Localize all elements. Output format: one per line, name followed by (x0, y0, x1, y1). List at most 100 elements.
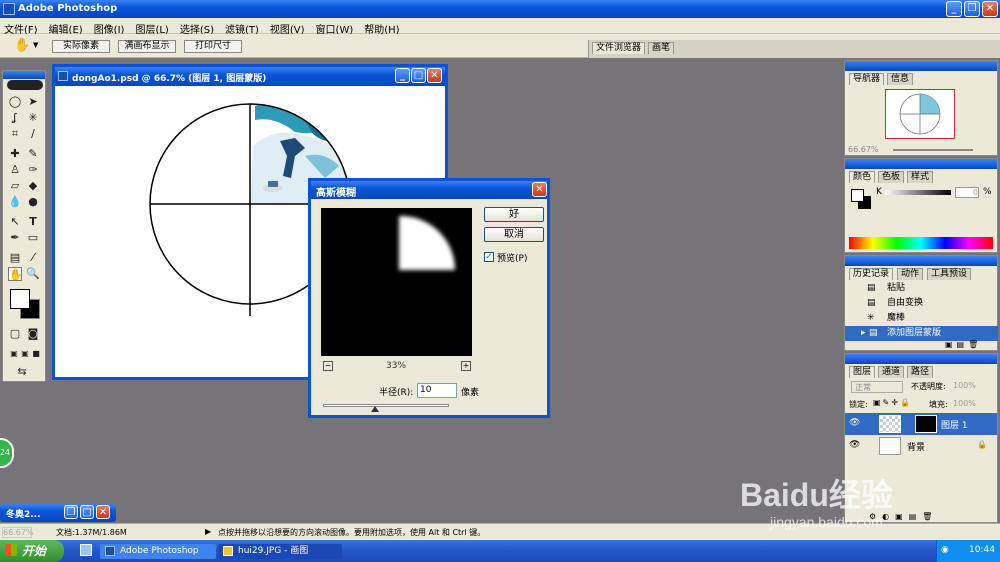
status-zoom[interactable]: 66.67% (2, 527, 34, 538)
navigator-panel: 导航器 信息 66.67% (844, 60, 998, 156)
start-button[interactable]: 开始 (0, 540, 64, 562)
minimize-button[interactable]: _ (946, 1, 962, 17)
preview-checkbox[interactable]: ✓ (484, 252, 494, 262)
layer-row[interactable]: 👁 背景 🔒 (845, 435, 997, 457)
taskbar-photoshop[interactable]: Adobe Photoshop (100, 544, 216, 559)
foreground-color-swatch[interactable] (10, 289, 30, 309)
opacity-input[interactable]: 100% (953, 381, 983, 393)
marquee-tool-icon[interactable]: ◯ (8, 95, 22, 109)
standard-mode-icon[interactable]: ▢ (8, 327, 22, 341)
cancel-button[interactable]: 取消 (484, 227, 544, 242)
tab-history[interactable]: 历史记录 (849, 268, 894, 280)
eye-icon[interactable]: 👁 (849, 440, 860, 450)
dialog-title-bar: 高斯模糊 ✕ (311, 181, 547, 199)
ok-button[interactable]: 好 (484, 207, 544, 222)
notes-tool-icon[interactable]: ▤ (8, 251, 22, 265)
crop-tool-icon[interactable]: ⌗ (8, 127, 22, 141)
history-footer-icons[interactable]: ▣▤🗑 (945, 340, 982, 349)
blend-mode-select[interactable]: 正常 (851, 381, 903, 393)
navigator-thumbnail[interactable] (885, 89, 955, 139)
chevron-down-icon[interactable]: ▼ (33, 41, 38, 49)
tab-actions[interactable]: 动作 (897, 268, 924, 280)
history-item-selected[interactable]: ▸ ▤ 添加图层蒙版 (845, 326, 998, 341)
maximize-doc-button[interactable]: □ (80, 505, 94, 519)
tab-paths[interactable]: 路径 (907, 366, 934, 378)
tab-layers[interactable]: 图层 (849, 366, 876, 378)
tab-info[interactable]: 信息 (887, 73, 914, 85)
restore-button[interactable]: ❐ (964, 1, 980, 17)
slice-tool-icon[interactable]: ∕ (26, 127, 40, 141)
eye-icon[interactable]: 👁 (849, 418, 860, 428)
quick-launch-icon[interactable] (80, 544, 92, 556)
zoom-in-button[interactable]: + (461, 361, 471, 371)
clone-stamp-tool-icon[interactable]: ♙ (8, 163, 22, 177)
tab-color[interactable]: 颜色 (849, 171, 876, 183)
color-channel-slider[interactable] (885, 190, 951, 195)
tab-swatches[interactable]: 色板 (878, 171, 905, 183)
actual-pixels-button[interactable]: 实际像素 (52, 40, 110, 53)
tab-navigator[interactable]: 导航器 (849, 73, 885, 85)
taskbar-photoshop-label: Adobe Photoshop (120, 546, 199, 556)
fill-input[interactable]: 100% (953, 399, 976, 408)
path-selection-tool-icon[interactable]: ↖ (8, 215, 22, 229)
floating-badge[interactable]: 24 (0, 438, 14, 468)
minimized-document[interactable]: 冬奥2... ❐ □ ✕ (0, 504, 116, 522)
history-item[interactable]: ✳ 魔棒 (845, 311, 998, 326)
radius-input[interactable]: 10 (417, 383, 457, 398)
zoom-percent: 33% (386, 361, 407, 371)
blur-tool-icon[interactable]: 💧 (8, 195, 22, 209)
tray-icon[interactable]: ◉ (941, 545, 949, 555)
eraser-tool-icon[interactable]: ▱ (8, 179, 22, 193)
document-maximize-button[interactable]: □ (411, 68, 426, 83)
lock-icons[interactable]: ▣✎✛🔒 (873, 398, 912, 407)
layer-row-selected[interactable]: 👁 图层 1 (845, 413, 997, 435)
jump-to-imageready-icon[interactable]: ⇆ (15, 365, 29, 379)
tab-channels[interactable]: 通道 (878, 366, 905, 378)
tab-brushes[interactable]: 画笔 (648, 42, 675, 54)
tab-file-browser[interactable]: 文件浏览器 (592, 42, 646, 54)
preview-area[interactable] (321, 208, 472, 356)
start-label: 开始 (22, 544, 47, 558)
history-item[interactable]: ▤ 自由变换 (845, 296, 998, 311)
color-channel-value[interactable]: 0 (955, 187, 979, 198)
restore-doc-button[interactable]: ❐ (64, 505, 78, 519)
dialog-close-button[interactable]: ✕ (532, 182, 547, 197)
radius-slider-track[interactable] (323, 404, 449, 407)
close-doc-button[interactable]: ✕ (96, 505, 110, 519)
shape-tool-icon[interactable]: ▭ (26, 231, 40, 245)
radius-slider-thumb[interactable] (371, 406, 379, 412)
pen-tool-icon[interactable]: ✒ (8, 231, 22, 245)
navigator-zoom-slider[interactable] (893, 149, 973, 151)
tab-styles[interactable]: 样式 (907, 171, 934, 183)
taskbar-paint[interactable]: hui29.JPG - 画图 (218, 544, 342, 559)
move-tool-icon[interactable]: ➤ (26, 95, 40, 109)
hand-tool-icon[interactable]: ✋ (8, 267, 23, 281)
zoom-out-button[interactable]: − (323, 361, 333, 371)
healing-brush-tool-icon[interactable]: ✚ (8, 147, 22, 161)
history-brush-tool-icon[interactable]: ✑ (26, 163, 40, 177)
color-foreground-swatch[interactable] (851, 189, 864, 202)
screen-mode-full-icon[interactable]: ■ (29, 347, 43, 361)
paint-bucket-tool-icon[interactable]: ◆ (26, 179, 40, 193)
zoom-tool-icon[interactable]: 🔍 (26, 267, 40, 281)
tab-tool-presets[interactable]: 工具预设 (927, 268, 972, 280)
magic-wand-tool-icon[interactable]: ✳ (26, 111, 40, 125)
navigator-zoom[interactable]: 66.67% (848, 145, 879, 154)
document-minimize-button[interactable]: _ (395, 68, 410, 83)
fit-screen-button[interactable]: 满画布显示 (118, 40, 176, 53)
close-button[interactable]: ✕ (982, 1, 998, 17)
quick-mask-mode-icon[interactable]: ◙ (26, 327, 40, 341)
brush-tool-icon[interactable]: ✎ (26, 147, 40, 161)
status-doc-size[interactable]: 文档:1.37M/1.86M (56, 527, 127, 538)
eyedropper-tool-icon[interactable]: ⁄ (26, 251, 40, 265)
print-size-button[interactable]: 打印尺寸 (184, 40, 242, 53)
lasso-tool-icon[interactable]: ʆ (8, 111, 22, 125)
dodge-tool-icon[interactable]: ● (26, 195, 40, 209)
type-tool-icon[interactable]: T (26, 215, 40, 229)
document-close-button[interactable]: ✕ (427, 68, 442, 83)
hand-tool-icon[interactable]: ✋ (14, 38, 30, 53)
color-spectrum-bar[interactable] (849, 237, 993, 249)
history-item[interactable]: ▤ 粘贴 (845, 281, 998, 296)
options-bar: ✋ ▼ 实际像素 满画布显示 打印尺寸 文件浏览器 画笔 (0, 34, 1000, 58)
status-arrow-icon[interactable]: ▶ (205, 527, 211, 536)
